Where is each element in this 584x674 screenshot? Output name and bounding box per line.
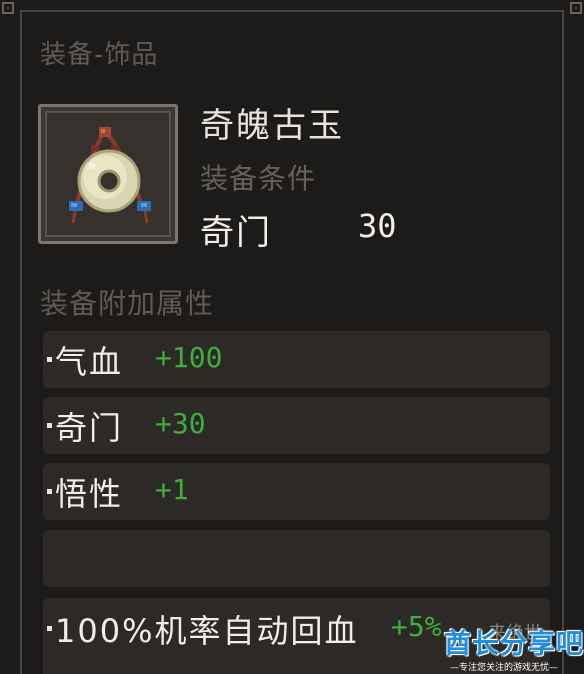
item-category: 装备-饰品	[40, 40, 159, 70]
attribute-bonus: +5%	[391, 610, 442, 643]
watermark-title: 酋长分享吧	[444, 629, 584, 660]
attribute-row: 悟性 +1	[43, 463, 550, 520]
bullet-icon	[47, 357, 52, 362]
attribute-stat: 100%机率自动回血	[55, 612, 359, 650]
corner-ornament-icon	[570, 2, 582, 14]
attribute-row-empty	[43, 530, 550, 587]
attribute-row: 奇门 +30	[43, 397, 550, 454]
attribute-bonus: +100	[155, 341, 223, 374]
item-name: 奇魄古玉	[200, 106, 344, 146]
corner-ornament-icon	[2, 2, 14, 14]
requirement-value: 30	[358, 207, 397, 245]
attribute-stat: 悟性	[55, 475, 124, 513]
item-icon-slot[interactable]	[38, 104, 178, 244]
bullet-icon	[47, 489, 52, 494]
attribute-bonus: +30	[155, 407, 206, 440]
frame-right-border	[562, 10, 564, 674]
attribute-row: 气血 +100	[43, 331, 550, 388]
requirement-label: 装备条件	[200, 162, 317, 195]
bullet-icon	[47, 423, 52, 428]
attribute-stat: 奇门	[55, 409, 124, 447]
jade-pendant-icon	[69, 127, 151, 224]
item-tooltip-panel: 装备-饰品 奇魄古玉 装备条件 奇门 30 装备附加属性 气血 +100 奇门 …	[0, 0, 584, 674]
attribute-bonus: +1	[155, 473, 189, 506]
attributes-title: 装备附加属性	[40, 287, 215, 320]
watermark-subtitle: —专注您关注的游戏无忧—	[450, 663, 559, 673]
site-watermark: 来绝世 酋长分享吧 —专注您关注的游戏无忧—	[440, 622, 584, 674]
frame-left-border	[20, 10, 22, 674]
bullet-icon	[47, 626, 52, 631]
frame-top-border	[22, 10, 562, 12]
requirement-stat: 奇门	[200, 213, 272, 253]
attribute-stat: 气血	[55, 343, 124, 381]
